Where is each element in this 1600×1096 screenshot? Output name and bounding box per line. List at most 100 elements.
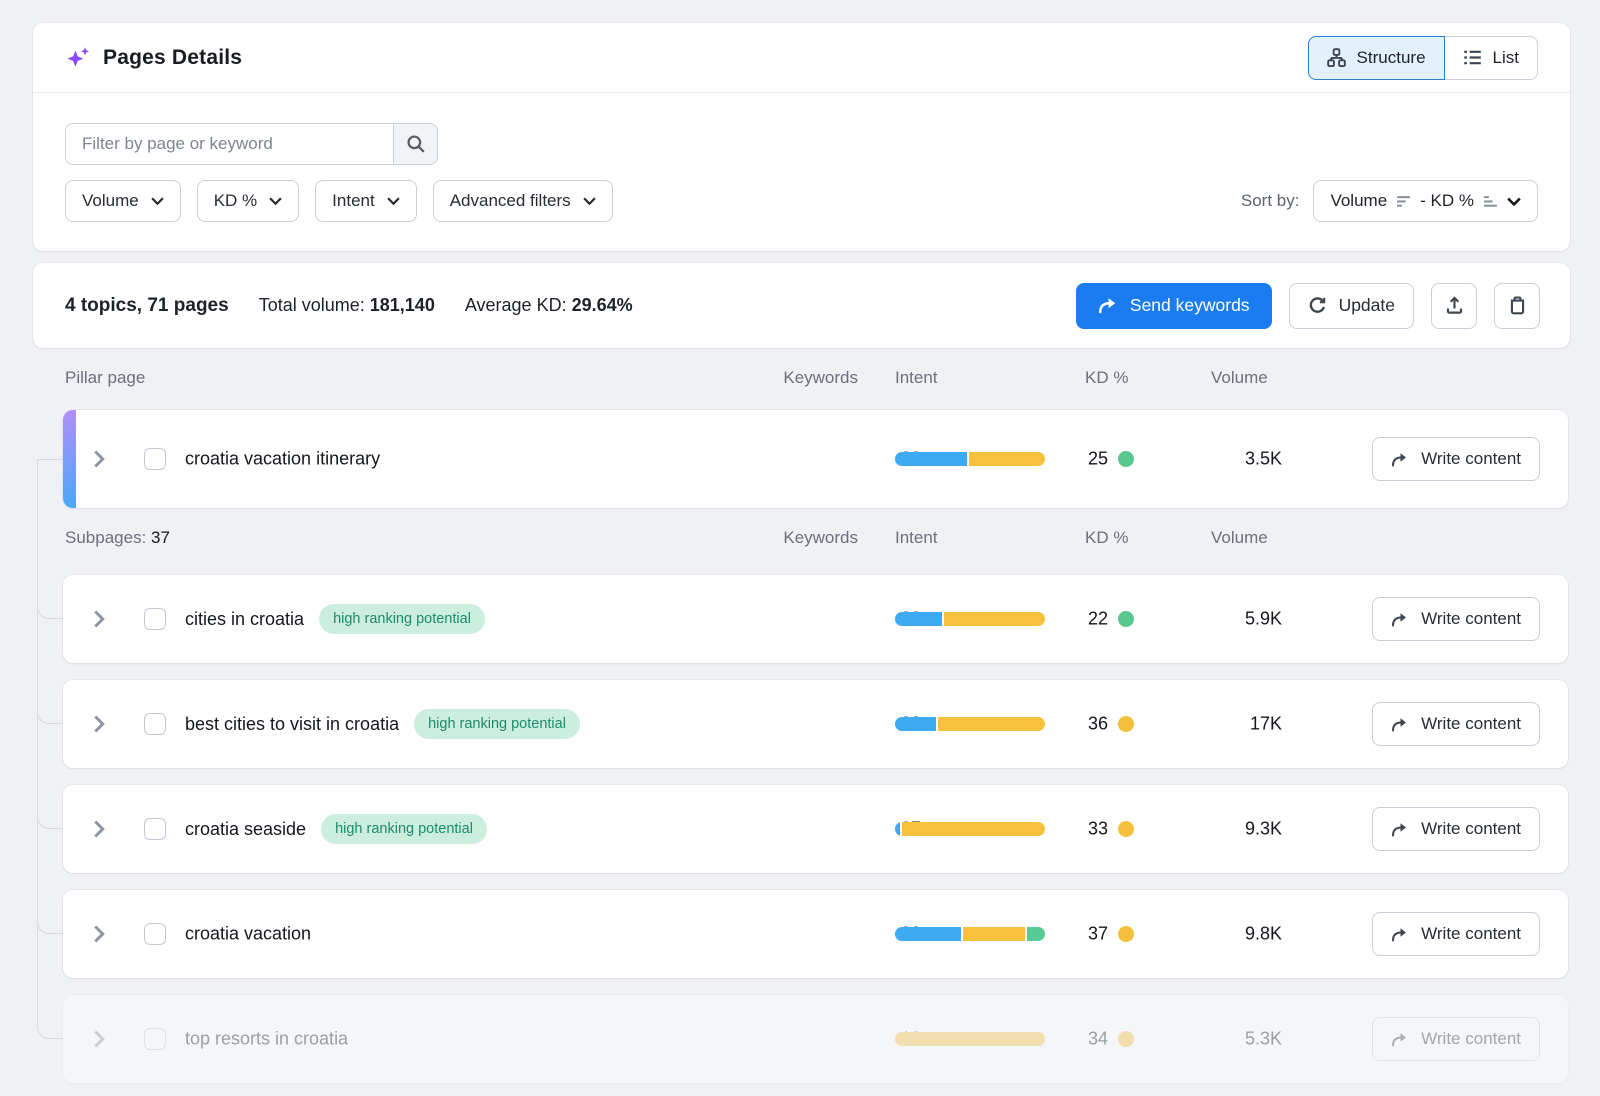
expand-chevron-icon[interactable] (93, 925, 105, 943)
subpage-row: top resorts in croatia 16 34 5.3K Write … (63, 995, 1568, 1083)
intent-column-header: Intent (895, 368, 938, 388)
kd-value: 25 (1023, 449, 1108, 470)
sparkles-icon (65, 46, 91, 70)
expand-chevron-icon[interactable] (93, 715, 105, 733)
kd-dot (1118, 926, 1134, 942)
advanced-filters-dropdown[interactable]: Advanced filters (433, 180, 613, 222)
kd-value: 36 (1023, 714, 1108, 735)
kd-filter-label: KD % (214, 191, 257, 211)
update-button[interactable]: Update (1289, 283, 1414, 329)
subpage-title: best cities to visit in croatia (185, 714, 399, 735)
summary-bar: 4 topics, 71 pages Total volume: 181,140… (33, 263, 1570, 348)
high-ranking-potential-badge: high ranking potential (321, 814, 487, 844)
write-content-button[interactable]: Write content (1372, 807, 1540, 851)
page-title: Pages Details (103, 46, 242, 70)
write-content-label: Write content (1421, 819, 1521, 839)
list-view-label: List (1493, 48, 1519, 68)
expand-chevron-icon[interactable] (93, 450, 105, 468)
subpage-row: croatia vacation 30 37 9.8K Write conten… (63, 890, 1568, 978)
sort-by-label: Sort by: (1241, 191, 1300, 211)
send-arrow-icon (1098, 297, 1118, 314)
advanced-filters-label: Advanced filters (450, 191, 571, 211)
subpages-label-text: Subpages: (65, 528, 146, 547)
subpages-count-label: Subpages: 37 (65, 528, 170, 548)
write-content-label: Write content (1421, 449, 1521, 469)
average-kd-stat: Average KD: 29.64% (465, 295, 633, 316)
expand-chevron-icon[interactable] (93, 1030, 105, 1048)
chevron-down-icon (583, 197, 596, 205)
write-content-button[interactable]: Write content (1372, 912, 1540, 956)
keywords-column-header: Keywords (765, 528, 858, 548)
search-icon (406, 134, 426, 154)
view-toggle: Structure List (1308, 36, 1538, 80)
send-keywords-label: Send keywords (1130, 295, 1250, 316)
pages-details-panel: Pages Details Structure (33, 23, 1570, 251)
row-checkbox[interactable] (144, 818, 166, 840)
subpage-row: cities in croatia high ranking potential… (63, 575, 1568, 663)
chevron-down-icon (269, 197, 282, 205)
list-icon (1463, 48, 1482, 67)
kd-dot (1118, 611, 1134, 627)
chevron-down-icon (1507, 197, 1521, 206)
volume-column-header: Volume (1211, 528, 1268, 548)
structure-view-label: Structure (1357, 48, 1426, 68)
kd-filter-dropdown[interactable]: KD % (197, 180, 299, 222)
total-volume-value: 181,140 (370, 295, 435, 315)
trash-icon (1508, 296, 1527, 315)
row-checkbox[interactable] (144, 448, 166, 470)
row-checkbox[interactable] (144, 923, 166, 945)
sort-descending-icon (1396, 195, 1411, 208)
search-button[interactable] (393, 123, 438, 165)
intent-column-header: Intent (895, 528, 938, 548)
write-content-arrow-icon (1391, 717, 1409, 732)
pillar-accent-bar (63, 410, 76, 508)
write-content-button[interactable]: Write content (1372, 1017, 1540, 1061)
topics-pages-count: 4 topics, 71 pages (65, 295, 229, 317)
write-content-label: Write content (1421, 924, 1521, 944)
list-view-button[interactable]: List (1445, 36, 1538, 80)
volume-value: 17K (1182, 714, 1282, 735)
volume-value: 3.5K (1182, 449, 1282, 470)
intent-filter-dropdown[interactable]: Intent (315, 180, 417, 222)
high-ranking-potential-badge: high ranking potential (414, 709, 580, 739)
subpage-row: best cities to visit in croatia high ran… (63, 680, 1568, 768)
subpage-title: croatia seaside (185, 819, 306, 840)
write-content-button[interactable]: Write content (1372, 597, 1540, 641)
write-content-label: Write content (1421, 714, 1521, 734)
high-ranking-potential-badge: high ranking potential (319, 604, 485, 634)
volume-value: 9.3K (1182, 819, 1282, 840)
structure-view-button[interactable]: Structure (1308, 36, 1445, 80)
volume-filter-dropdown[interactable]: Volume (65, 180, 181, 222)
export-button[interactable] (1431, 283, 1477, 329)
kd-column-header: KD % (1085, 528, 1128, 548)
keywords-column-header: Keywords (765, 368, 858, 388)
subpage-title: croatia vacation (185, 924, 311, 945)
row-checkbox[interactable] (144, 608, 166, 630)
write-content-arrow-icon (1391, 452, 1409, 467)
write-content-button[interactable]: Write content (1372, 437, 1540, 481)
panel-header: Pages Details Structure (33, 23, 1570, 93)
write-content-label: Write content (1421, 609, 1521, 629)
row-checkbox[interactable] (144, 713, 166, 735)
pillar-page-title: croatia vacation itinerary (185, 449, 380, 470)
sort-primary-value: Volume (1330, 191, 1387, 211)
send-keywords-button[interactable]: Send keywords (1076, 283, 1272, 329)
refresh-icon (1308, 296, 1327, 315)
update-label: Update (1339, 295, 1395, 316)
structure-icon (1327, 48, 1346, 67)
write-content-arrow-icon (1391, 822, 1409, 837)
kd-dot (1118, 451, 1134, 467)
expand-chevron-icon[interactable] (93, 820, 105, 838)
write-content-button[interactable]: Write content (1372, 702, 1540, 746)
pillar-page-column-header: Pillar page (65, 368, 145, 388)
search-input[interactable] (65, 123, 393, 165)
expand-chevron-icon[interactable] (93, 610, 105, 628)
subpage-title: top resorts in croatia (185, 1029, 348, 1050)
write-content-arrow-icon (1391, 1032, 1409, 1047)
kd-column-header: KD % (1085, 368, 1128, 388)
sort-select[interactable]: Volume - KD % (1313, 180, 1538, 222)
subpage-row: croatia seaside high ranking potential 2… (63, 785, 1568, 873)
delete-button[interactable] (1494, 283, 1540, 329)
row-checkbox[interactable] (144, 1028, 166, 1050)
filters-section: Volume KD % Intent Advanced filters (33, 93, 1570, 222)
